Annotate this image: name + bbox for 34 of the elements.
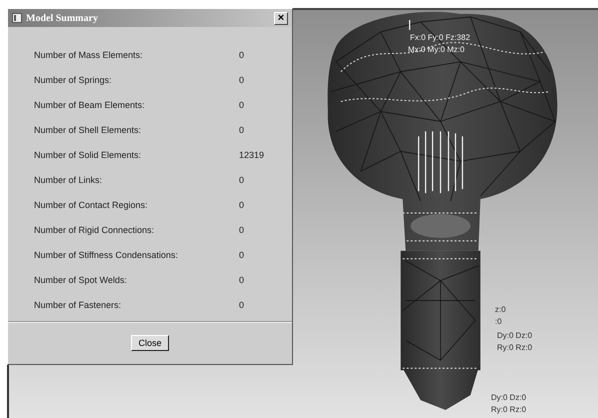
- constraint-label: Fx:0 Fy:0 Fz:382: [410, 34, 470, 42]
- constraint-label: Mx:0 My:0 Mz:0: [408, 46, 464, 54]
- window-icon: [12, 13, 22, 23]
- constraint-label: Dy:0 Dz:0: [491, 394, 526, 402]
- stat-label: Number of Fasteners:: [34, 300, 122, 310]
- stat-label: Number of Solid Elements:: [34, 150, 142, 160]
- stat-value: 0: [239, 174, 244, 184]
- stat-label: Number of Spot Welds:: [34, 274, 128, 284]
- constraint-label: Ry:0 Rz:0: [497, 344, 532, 352]
- stat-value: 0: [239, 50, 244, 60]
- stat-value: 0: [239, 100, 244, 110]
- constraint-label: z:0: [495, 306, 506, 314]
- constraint-label: Dy:0 Dz:0: [497, 332, 532, 340]
- close-button[interactable]: Close: [131, 335, 168, 351]
- stat-value: 0: [239, 124, 244, 134]
- stat-value: 12319: [239, 150, 264, 160]
- stat-label: Number of Springs:: [34, 74, 113, 84]
- stat-label: Number of Stiffness Condensations:: [34, 250, 179, 260]
- constraint-label: :0: [495, 318, 502, 326]
- stat-value: 0: [239, 250, 244, 260]
- stat-label: Number of Beam Elements:: [34, 100, 146, 110]
- stat-value: 0: [239, 200, 244, 210]
- stat-label: Number of Shell Elements:: [34, 124, 142, 134]
- stat-value: 0: [239, 274, 244, 284]
- window-title: Model Summary: [26, 12, 99, 24]
- stat-label: Number of Links:: [34, 174, 104, 184]
- stat-label: Number of Mass Elements:: [34, 50, 144, 60]
- stat-value: 0: [239, 74, 244, 84]
- stat-label: Number of Rigid Connections:: [34, 224, 156, 234]
- stat-value: 0: [239, 300, 244, 310]
- constraint-label: Ry:0 Rz:0: [491, 406, 526, 414]
- stat-value: 0: [239, 224, 244, 234]
- stat-label: Number of Contact Regions:: [34, 200, 149, 210]
- close-icon[interactable]: ×: [274, 12, 288, 24]
